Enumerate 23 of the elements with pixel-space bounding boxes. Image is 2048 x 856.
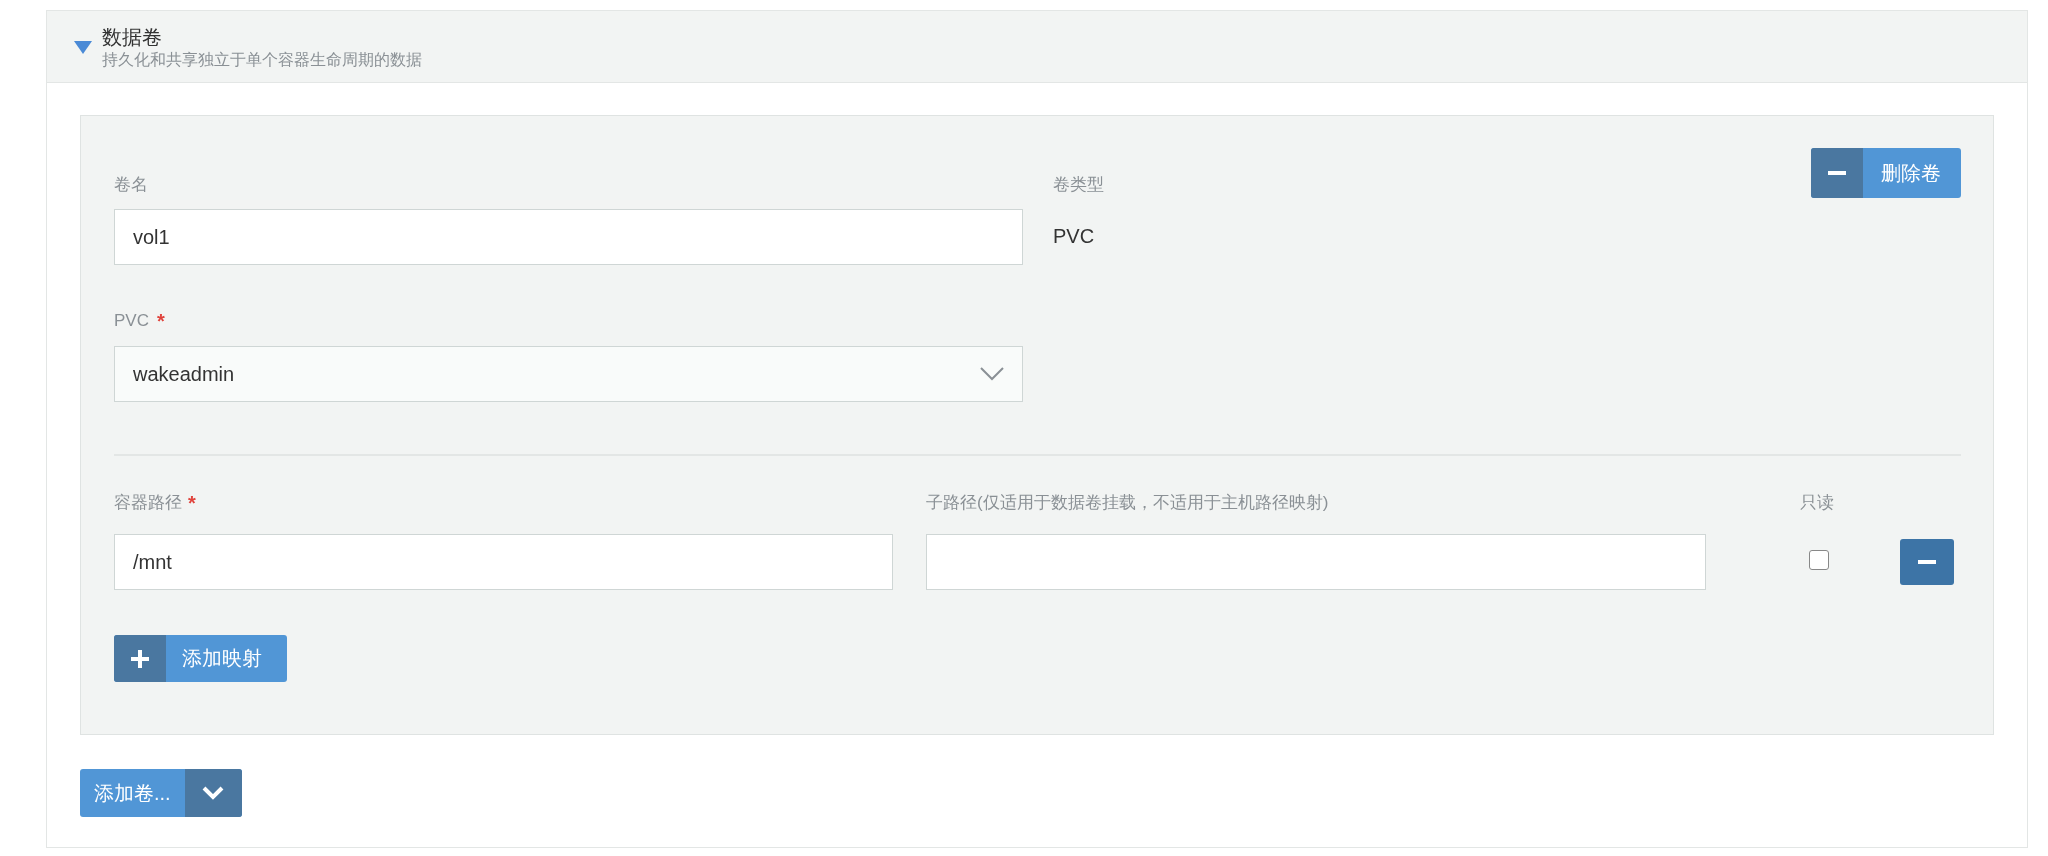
section-subtitle: 持久化和共享独立于单个容器生命周期的数据 [102,49,422,70]
input-field[interactable]: /mnt [114,534,893,590]
required-asterisk: * [188,492,196,514]
field-label: PVC [114,310,149,332]
volume-type-value: PVC [1053,225,1096,248]
minus-icon [1828,171,1846,175]
column-label: 只读 [1800,492,1834,514]
chevron-down-icon [202,786,225,800]
column-label: 容器路径 [114,492,182,514]
field-label: 卷类型 [1053,174,1105,196]
field-label: 卷名 [114,174,149,196]
read-only-checkbox[interactable] [1809,550,1829,570]
chevron-down-icon [980,367,1004,381]
column-label: 子路径(仅适用于数据卷挂载，不适用于主机路径映射) [926,492,1329,514]
dropdown-select[interactable]: wakeadmin [114,346,1023,402]
input-field[interactable]: vol1 [114,209,1023,265]
minus-icon [1918,560,1936,564]
required-asterisk: * [156,310,165,332]
remove-mapping-button[interactable] [1900,539,1954,585]
plus-icon [131,649,149,668]
section-title: 数据卷 [102,24,163,50]
input-field[interactable] [926,534,1706,590]
collapse-triangle-icon[interactable] [74,38,92,55]
